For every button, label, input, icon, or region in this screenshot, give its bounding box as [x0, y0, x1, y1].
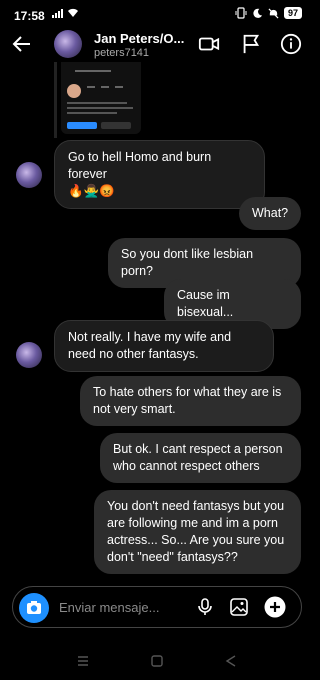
gallery-icon[interactable]	[229, 597, 249, 617]
contact-avatar[interactable]	[54, 30, 82, 58]
profile-screenshot-thumbnail[interactable]	[61, 62, 141, 134]
sender-avatar[interactable]	[16, 342, 42, 368]
arrow-left-icon[interactable]	[10, 32, 34, 56]
status-bar: 17:58 97	[0, 0, 314, 28]
message-text: You don't need fantasys but you are foll…	[107, 499, 285, 564]
message-text: What?	[252, 206, 289, 220]
microphone-icon[interactable]	[195, 597, 215, 617]
message-input[interactable]: Enviar mensaje...	[59, 600, 159, 615]
message-text: So you dont like lesbian porn?	[121, 247, 254, 278]
flag-icon[interactable]	[240, 33, 262, 55]
back-nav-icon[interactable]	[224, 654, 238, 668]
menu-icon[interactable]	[76, 654, 90, 668]
chat-header: Jan Peters/O... peters7141	[0, 28, 314, 62]
message-incoming[interactable]: Go to hell Homo and burn forever 🔥🙅‍♂️😡	[54, 140, 265, 209]
message-text: Cause im bisexual...	[177, 288, 234, 319]
camera-icon	[27, 601, 41, 614]
moon-icon	[253, 8, 263, 18]
status-time: 17:58	[14, 9, 45, 23]
message-text: Go to hell Homo and burn forever	[68, 150, 212, 181]
message-text: But ok. I cant respect a person who cann…	[113, 442, 283, 473]
message-incoming[interactable]: Not really. I have my wife and need no o…	[54, 320, 274, 372]
plus-circle-icon[interactable]	[264, 596, 286, 618]
message-text: To hate others for what they are is not …	[93, 385, 282, 416]
contact-name[interactable]: Jan Peters/O...	[94, 31, 184, 46]
message-outgoing[interactable]: But ok. I cant respect a person who cann…	[100, 433, 301, 483]
shared-image[interactable]	[54, 62, 141, 138]
contact-handle[interactable]: peters7141	[94, 47, 149, 59]
home-icon[interactable]	[150, 654, 164, 668]
signal-icon	[52, 8, 63, 18]
camera-button[interactable]	[19, 593, 49, 623]
vibrate-icon	[235, 7, 247, 19]
wifi-icon	[68, 8, 78, 17]
sender-avatar[interactable]	[16, 162, 42, 188]
message-outgoing[interactable]: To hate others for what they are is not …	[80, 376, 301, 426]
info-icon[interactable]	[280, 33, 302, 55]
system-nav-bar	[0, 640, 314, 680]
message-composer[interactable]: Enviar mensaje...	[12, 586, 302, 628]
message-text: Not really. I have my wife and need no o…	[68, 330, 232, 361]
message-outgoing[interactable]: What?	[239, 197, 301, 230]
video-camera-icon[interactable]	[198, 33, 220, 55]
battery-indicator: 97	[283, 7, 302, 19]
message-emoji: 🔥🙅‍♂️😡	[68, 184, 115, 198]
mute-icon	[268, 7, 279, 19]
message-outgoing[interactable]: You don't need fantasys but you are foll…	[94, 490, 301, 574]
